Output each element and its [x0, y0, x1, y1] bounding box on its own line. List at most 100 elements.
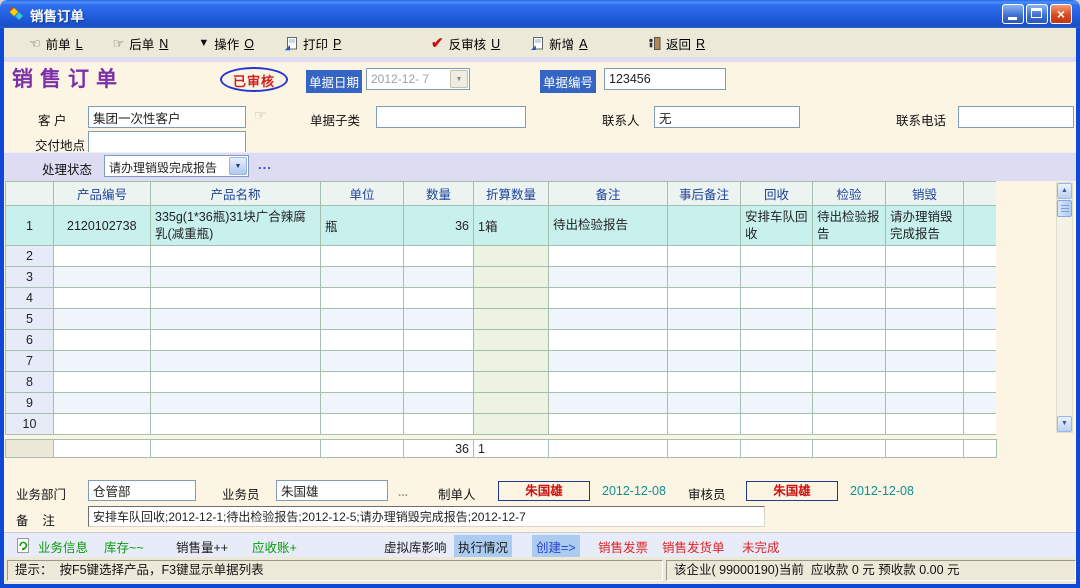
cell-inspect[interactable] — [813, 267, 886, 288]
column-header[interactable]: 数量 — [404, 182, 474, 206]
cell-code[interactable] — [54, 288, 151, 309]
column-header[interactable]: 检验 — [813, 182, 886, 206]
cell-destroy[interactable] — [886, 330, 964, 351]
cell-post_remark[interactable] — [668, 288, 741, 309]
cell-spare[interactable] — [964, 414, 997, 435]
cell-unit[interactable] — [321, 351, 404, 372]
cell-post_remark[interactable] — [668, 414, 741, 435]
cell-inspect[interactable] — [813, 351, 886, 372]
cell-unit[interactable] — [321, 309, 404, 330]
cell-name[interactable] — [151, 288, 321, 309]
cell-name[interactable] — [151, 414, 321, 435]
cell-code[interactable] — [54, 393, 151, 414]
cell-unit[interactable] — [321, 414, 404, 435]
delivery-input[interactable] — [88, 131, 246, 153]
row-number[interactable]: 9 — [6, 393, 54, 414]
cell-code[interactable] — [54, 330, 151, 351]
cell-inspect[interactable] — [813, 414, 886, 435]
cell-code[interactable] — [54, 414, 151, 435]
cell-unit[interactable] — [321, 372, 404, 393]
cell-recycle[interactable] — [741, 351, 813, 372]
close-button[interactable]: × — [1050, 4, 1072, 24]
cell-name[interactable] — [151, 393, 321, 414]
cell-destroy[interactable] — [886, 246, 964, 267]
cell-destroy[interactable] — [886, 351, 964, 372]
cell-unit[interactable] — [321, 288, 404, 309]
toolbar-button-return[interactable]: 返回R — [644, 32, 708, 55]
toolbar-button-operate[interactable]: ▼ 操作O — [195, 32, 257, 55]
chevron-down-icon[interactable]: ▼ — [229, 157, 247, 175]
cell-destroy[interactable]: 请办理销毁完成报告 — [886, 206, 964, 246]
column-header[interactable] — [964, 182, 997, 206]
cell-remark[interactable] — [549, 288, 668, 309]
doc-no-input[interactable] — [604, 68, 726, 90]
cell-recycle[interactable] — [741, 267, 813, 288]
column-header[interactable]: 回收 — [741, 182, 813, 206]
exec-status-button[interactable]: 执行情况 — [454, 535, 512, 558]
contact-input[interactable] — [654, 106, 800, 128]
more-button[interactable]: ... — [258, 157, 272, 172]
cell-conv_qty[interactable]: 1箱 — [474, 206, 549, 246]
cell-recycle[interactable] — [741, 288, 813, 309]
process-status-combo[interactable]: 请办理销毁完成报告 ▼ — [104, 155, 249, 177]
cell-spare[interactable] — [964, 246, 997, 267]
row-number[interactable]: 6 — [6, 330, 54, 351]
cell-conv_qty[interactable] — [474, 351, 549, 372]
cell-remark[interactable] — [549, 414, 668, 435]
cell-destroy[interactable] — [886, 267, 964, 288]
cell-unit[interactable] — [321, 267, 404, 288]
row-number[interactable]: 2 — [6, 246, 54, 267]
cell-remark[interactable]: 待出检验报告 — [549, 206, 668, 246]
cell-name[interactable] — [151, 246, 321, 267]
cell-post_remark[interactable] — [668, 267, 741, 288]
cell-recycle[interactable] — [741, 246, 813, 267]
cell-post_remark[interactable] — [668, 246, 741, 267]
cell-conv_qty[interactable] — [474, 309, 549, 330]
toolbar-button-new[interactable]: 新增A — [527, 32, 590, 55]
cell-recycle[interactable] — [741, 309, 813, 330]
cell-post_remark[interactable] — [668, 309, 741, 330]
column-header[interactable]: 产品名称 — [151, 182, 321, 206]
row-number[interactable]: 8 — [6, 372, 54, 393]
table-vertical-scrollbar[interactable]: ▲ ▼ — [1056, 182, 1073, 433]
cell-qty[interactable] — [404, 414, 474, 435]
column-header[interactable]: 折算数量 — [474, 182, 549, 206]
chevron-down-icon[interactable]: ▼ — [450, 70, 468, 88]
salesman-lookup-button[interactable]: ... — [398, 485, 408, 499]
sales-delivery-link[interactable]: 销售发货单 — [662, 537, 725, 556]
cell-post_remark[interactable] — [668, 372, 741, 393]
cell-post_remark[interactable] — [668, 330, 741, 351]
scrollbar-thumb[interactable] — [1057, 200, 1072, 217]
salesman-input[interactable] — [276, 480, 388, 501]
cell-unit[interactable] — [321, 393, 404, 414]
customer-input[interactable] — [88, 106, 246, 128]
cell-remark[interactable] — [549, 330, 668, 351]
cell-inspect[interactable] — [813, 288, 886, 309]
cell-name[interactable] — [151, 330, 321, 351]
cell-qty[interactable] — [404, 246, 474, 267]
cell-recycle[interactable] — [741, 393, 813, 414]
doc-date-combo[interactable]: 2012-12- 7 ▼ — [366, 68, 470, 90]
minimize-button[interactable] — [1002, 4, 1024, 24]
cell-name[interactable] — [151, 372, 321, 393]
cell-code[interactable] — [54, 246, 151, 267]
cell-conv_qty[interactable] — [474, 414, 549, 435]
cell-qty[interactable] — [404, 267, 474, 288]
cell-recycle[interactable] — [741, 414, 813, 435]
cell-qty[interactable]: 36 — [404, 206, 474, 246]
cell-conv_qty[interactable] — [474, 267, 549, 288]
cell-spare[interactable] — [964, 309, 997, 330]
cell-conv_qty[interactable] — [474, 288, 549, 309]
column-header[interactable]: 备注 — [549, 182, 668, 206]
cell-inspect[interactable] — [813, 246, 886, 267]
cell-qty[interactable] — [404, 372, 474, 393]
toolbar-button-next[interactable]: ☞ 后单N — [110, 32, 172, 55]
cell-remark[interactable] — [549, 351, 668, 372]
cell-unit[interactable] — [321, 246, 404, 267]
cell-destroy[interactable] — [886, 414, 964, 435]
row-number[interactable]: 10 — [6, 414, 54, 435]
cell-recycle[interactable]: 安排车队回收 — [741, 206, 813, 246]
cell-spare[interactable] — [964, 206, 997, 246]
cell-name[interactable] — [151, 267, 321, 288]
cell-code[interactable] — [54, 351, 151, 372]
